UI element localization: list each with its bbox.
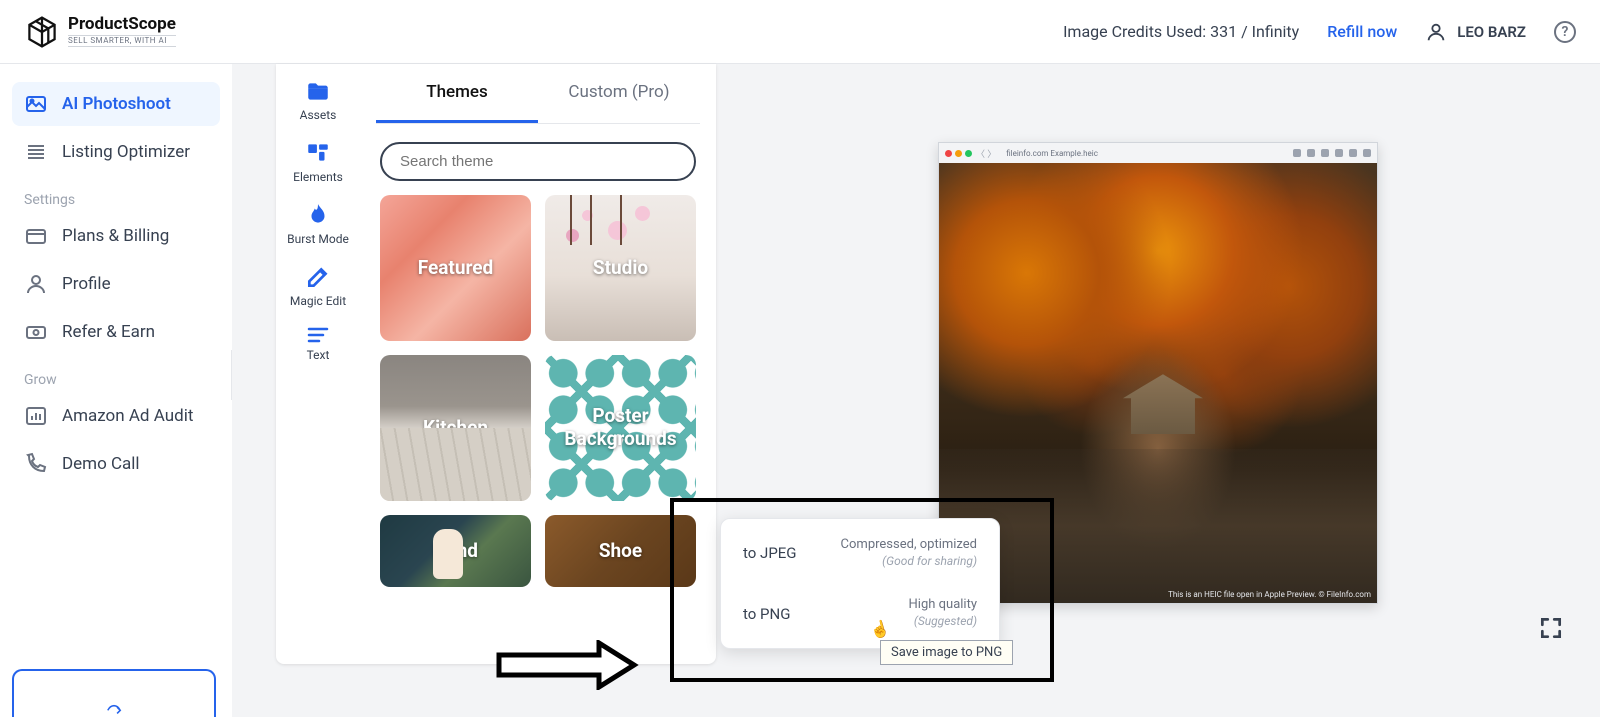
export-label: to JPEG	[743, 544, 797, 562]
section-settings: Settings	[12, 178, 220, 214]
export-sub: (Suggested)	[909, 614, 977, 630]
section-grow: Grow	[12, 358, 220, 394]
sidebar-item-photoshoot[interactable]: AI Photoshoot	[12, 82, 220, 126]
window-titlebar: 〈 〉 fileinfo.com Example.heic	[939, 143, 1377, 163]
theme-kitchen[interactable]: Kitchen	[380, 355, 531, 501]
sidebar-label: Profile	[62, 274, 111, 294]
theme-studio[interactable]: Studio	[545, 195, 696, 341]
sidebar-label: Demo Call	[62, 454, 140, 474]
list-icon	[24, 140, 48, 164]
refill-link[interactable]: Refill now	[1327, 22, 1397, 41]
window-tools	[1293, 149, 1371, 157]
export-jpeg[interactable]: to JPEG Compressed, optimized (Good for …	[727, 525, 993, 581]
watermark: This is an HEIC file open in Apple Previ…	[1168, 590, 1371, 599]
money-icon	[24, 320, 48, 344]
phone-icon	[24, 452, 48, 476]
brand-title: ProductScope	[68, 16, 176, 33]
profile-icon	[24, 272, 48, 296]
sidebar-label: Amazon Ad Audit	[62, 406, 193, 426]
tool-label: Text	[307, 348, 330, 362]
sidebar-item-demo[interactable]: Demo Call	[12, 442, 220, 486]
user-icon	[1425, 21, 1447, 43]
export-label: to PNG	[743, 605, 790, 623]
tool-elements[interactable]: Elements	[293, 140, 343, 184]
fire-icon	[305, 202, 331, 228]
theme-poster[interactable]: Poster Backgrounds	[545, 355, 696, 501]
tool-rail: Assets Elements Burst Mode Magic Edit Te…	[276, 64, 360, 664]
tab-themes[interactable]: Themes	[376, 64, 538, 123]
export-sub: (Good for sharing)	[841, 554, 977, 570]
themes-panel: Assets Elements Burst Mode Magic Edit Te…	[276, 64, 716, 664]
export-popup: to JPEG Compressed, optimized (Good for …	[720, 518, 1000, 649]
sidebar-item-plans[interactable]: Plans & Billing	[12, 214, 220, 258]
help-icon[interactable]: ?	[1554, 21, 1576, 43]
win-chevron-icon: 〈 〉	[976, 147, 996, 160]
sidebar-item-audit[interactable]: Amazon Ad Audit	[12, 394, 220, 438]
chart-icon	[24, 404, 48, 428]
tool-magic-edit[interactable]: Magic Edit	[290, 264, 346, 308]
user-menu[interactable]: LEO BARZ	[1425, 21, 1526, 43]
preview-image: This is an HEIC file open in Apple Previ…	[939, 163, 1377, 603]
preview-window[interactable]: 〈 〉 fileinfo.com Example.heic This is an…	[938, 142, 1378, 604]
logo-icon	[24, 14, 60, 50]
tool-label: Elements	[293, 170, 343, 184]
tool-text[interactable]: Text	[306, 326, 330, 362]
app-header: ProductScope SELL SMARTER, WITH AI Image…	[0, 0, 1600, 64]
tool-assets[interactable]: Assets	[300, 78, 337, 122]
export-png[interactable]: to PNG High quality (Suggested)	[727, 585, 993, 641]
sidebar-label: Refer & Earn	[62, 322, 155, 342]
logo[interactable]: ProductScope SELL SMARTER, WITH AI	[24, 14, 176, 50]
theme-label: Poster Backgrounds	[545, 405, 696, 451]
tool-burst[interactable]: Burst Mode	[287, 202, 349, 246]
sidebar-item-profile[interactable]: Profile	[12, 262, 220, 306]
export-desc: Compressed, optimized	[841, 537, 977, 554]
tooltip: Save image to PNG	[880, 640, 1013, 665]
sidebar-label: Listing Optimizer	[62, 142, 190, 162]
edit-icon	[305, 264, 331, 290]
shapes-icon	[305, 140, 331, 166]
sidebar-label: Plans & Billing	[62, 226, 169, 246]
credits-label: Image Credits Used: 331 / Infinity	[1063, 22, 1299, 41]
fullscreen-icon[interactable]	[1538, 615, 1564, 641]
bottom-action-button[interactable]	[12, 669, 216, 717]
export-desc: High quality	[909, 597, 977, 614]
sidebar: AI Photoshoot Listing Optimizer Settings…	[0, 64, 232, 717]
image-icon	[24, 92, 48, 116]
tool-label: Assets	[300, 108, 337, 122]
tool-label: Burst Mode	[287, 232, 349, 246]
search-input[interactable]	[380, 142, 696, 181]
sidebar-item-refer[interactable]: Refer & Earn	[12, 310, 220, 354]
traffic-lights-icon	[945, 150, 972, 157]
card-icon	[24, 224, 48, 248]
brand-subtitle: SELL SMARTER, WITH AI	[68, 35, 176, 47]
folder-icon	[305, 78, 331, 104]
tab-custom[interactable]: Custom (Pro)	[538, 64, 700, 123]
theme-label: Featured	[418, 257, 493, 280]
theme-label: Shoe	[599, 540, 642, 563]
theme-featured[interactable]: Featured	[380, 195, 531, 341]
theme-label: Hand	[433, 540, 478, 563]
theme-shoe[interactable]: Shoe	[545, 515, 696, 587]
theme-tabs: Themes Custom (Pro)	[376, 64, 700, 124]
sidebar-label: AI Photoshoot	[62, 94, 171, 114]
theme-label: Kitchen	[423, 417, 488, 440]
window-filename: fileinfo.com Example.heic	[1006, 149, 1289, 158]
text-icon	[306, 326, 330, 344]
theme-label: Studio	[593, 257, 648, 280]
tool-label: Magic Edit	[290, 294, 346, 308]
theme-hand[interactable]: Hand	[380, 515, 531, 587]
user-name: LEO BARZ	[1457, 23, 1526, 41]
arrow-icon	[104, 701, 124, 715]
sidebar-item-listing[interactable]: Listing Optimizer	[12, 130, 220, 174]
